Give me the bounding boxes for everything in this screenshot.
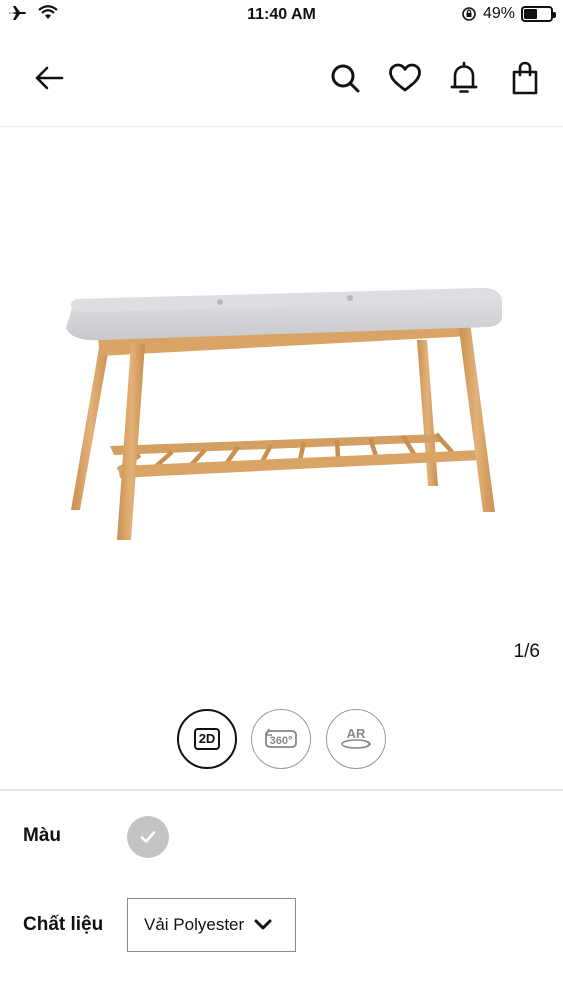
search-button[interactable] <box>325 58 365 98</box>
battery-percent: 49% <box>482 5 515 22</box>
heart-icon <box>389 63 421 92</box>
status-bar: 11:40 AM 49% <box>0 0 563 30</box>
view-360-button[interactable]: 360° <box>251 709 311 769</box>
back-arrow-icon <box>35 66 64 90</box>
view-2d-button[interactable]: 2D <box>177 709 237 769</box>
search-icon <box>331 64 360 93</box>
bench-image <box>66 288 502 540</box>
notifications-button[interactable] <box>444 58 484 98</box>
color-swatch[interactable] <box>127 816 169 858</box>
bell-icon <box>450 61 478 93</box>
section-divider <box>0 789 563 791</box>
status-right: 49% <box>461 5 556 23</box>
header-divider <box>0 126 563 127</box>
view-ar-button[interactable]: AR <box>326 709 386 769</box>
view-ar-label: AR <box>347 726 366 741</box>
orientation-lock-icon <box>462 7 476 21</box>
image-counter: 1/6 <box>513 641 540 662</box>
back-button[interactable] <box>29 58 69 98</box>
product-image[interactable] <box>0 150 563 610</box>
360-icon: 360° <box>265 728 297 748</box>
wishlist-button[interactable] <box>385 58 425 98</box>
color-label: Màu <box>23 825 61 846</box>
check-icon <box>140 831 156 843</box>
ar-icon: AR <box>341 726 372 749</box>
battery-icon <box>521 6 556 22</box>
material-value: Vải Polyester <box>144 915 245 934</box>
chevron-down-icon <box>254 919 272 930</box>
top-nav <box>0 48 563 108</box>
shopping-bag-icon <box>512 61 538 95</box>
view-2d-label: 2D <box>193 728 221 750</box>
view-360-label: 360° <box>270 735 293 747</box>
material-label: Chất liệu <box>23 914 104 935</box>
cart-button[interactable] <box>505 58 545 98</box>
material-dropdown[interactable]: Vải Polyester <box>127 898 296 952</box>
